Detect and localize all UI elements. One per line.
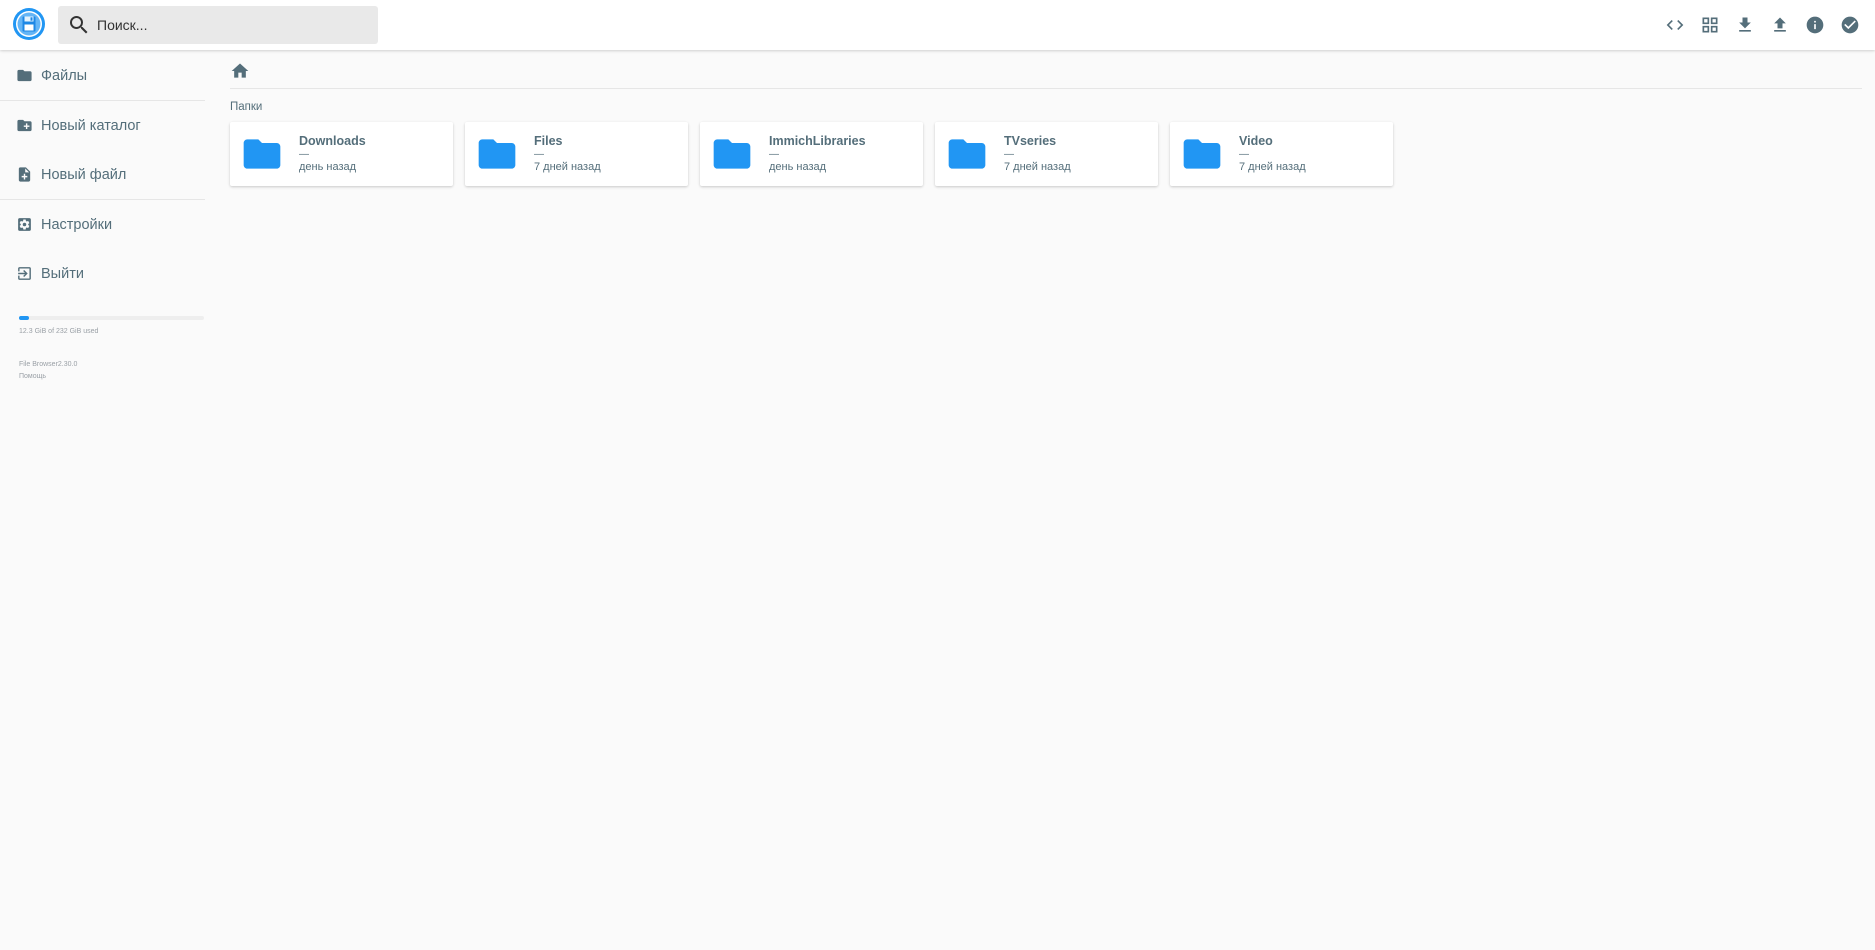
main-content: Папки Downloads — день назад Files — 7 д… <box>230 50 1862 950</box>
sidebar-item-label: Выйти <box>41 265 84 282</box>
folder-name: Video <box>1239 133 1273 148</box>
folder-size: — <box>769 148 779 160</box>
upload-icon <box>1774 17 1786 32</box>
app-logo[interactable] <box>12 7 46 41</box>
usage-text: 12.3 GiB of 232 GiB used <box>19 328 99 335</box>
search-box[interactable] <box>58 6 378 44</box>
folder-icon <box>17 69 32 82</box>
folder-size: — <box>299 148 309 160</box>
search-input[interactable] <box>97 10 357 40</box>
app-name: File Browser <box>19 361 58 368</box>
folder-modified: 7 дней назад <box>1004 160 1071 173</box>
download-button[interactable] <box>1728 8 1762 42</box>
folder-modified: 7 дней назад <box>534 160 601 173</box>
folder-name: ImmichLibraries <box>769 133 866 148</box>
folder-size: — <box>1239 148 1249 160</box>
sidebar-item-new-file[interactable]: Новый файл <box>0 150 205 199</box>
folder-modified: 7 дней назад <box>1239 160 1306 173</box>
create-folder-icon <box>17 119 32 132</box>
usage-progress-bar <box>19 316 204 320</box>
folder-name: Downloads <box>299 133 366 148</box>
list-item[interactable]: ImmichLibraries — день назад <box>700 122 923 186</box>
search-icon <box>70 16 88 34</box>
switch-view-button[interactable] <box>1693 8 1727 42</box>
code-icon <box>1666 20 1684 30</box>
sidebar-item-new-folder[interactable]: Новый каталог <box>0 101 205 150</box>
list-item[interactable]: Video — 7 дней назад <box>1170 122 1393 186</box>
info-icon <box>1806 16 1824 34</box>
list-item[interactable]: Files — 7 дней назад <box>465 122 688 186</box>
sidebar-item-label: Настройки <box>41 216 113 233</box>
sidebar-item-label: Файлы <box>41 67 88 84</box>
folder-icon <box>243 139 281 169</box>
folder-name: TVseries <box>1004 133 1057 148</box>
folder-icon <box>478 139 516 169</box>
credits: File Browser2.30.0 Помощь <box>0 335 205 383</box>
home-icon[interactable] <box>230 61 250 81</box>
download-icon <box>1739 17 1751 32</box>
check-circle-icon <box>1841 16 1859 34</box>
exit-icon <box>18 267 31 280</box>
storage-usage: 12.3 GiB of 232 GiB used <box>0 298 205 335</box>
folder-size: — <box>1004 148 1014 160</box>
sidebar-item-settings[interactable]: Настройки <box>0 200 205 249</box>
select-multiple-button[interactable] <box>1833 8 1867 42</box>
list-item[interactable]: Downloads — день назад <box>230 122 453 186</box>
breadcrumb <box>230 50 1862 89</box>
help-link[interactable]: Помощь <box>19 373 46 380</box>
folder-icon <box>1183 139 1221 169</box>
folder-modified: день назад <box>299 160 357 173</box>
settings-icon <box>18 218 31 231</box>
folder-size: — <box>534 148 544 160</box>
note-add-icon <box>18 167 31 182</box>
sidebar-item-label: Новый каталог <box>41 117 141 134</box>
folder-list: Downloads — день назад Files — 7 дней на… <box>230 122 1862 186</box>
info-button[interactable] <box>1798 8 1832 42</box>
section-title-folders: Папки <box>230 101 263 113</box>
app-version: 2.30.0 <box>57 361 78 368</box>
folder-icon <box>713 139 751 169</box>
grid-view-icon <box>1702 17 1718 33</box>
folder-name: Files <box>534 133 563 148</box>
sidebar-item-logout[interactable]: Выйти <box>0 249 205 298</box>
header <box>0 0 1875 50</box>
toggle-editor-button[interactable] <box>1658 8 1692 42</box>
sidebar: Файлы Новый каталог Новый файл Настройки… <box>0 50 205 950</box>
list-item[interactable]: TVseries — 7 дней назад <box>935 122 1158 186</box>
folder-modified: день назад <box>769 160 827 173</box>
upload-button[interactable] <box>1763 8 1797 42</box>
toolbar <box>1657 8 1867 42</box>
sidebar-item-label: Новый файл <box>41 166 127 183</box>
folder-icon <box>948 139 986 169</box>
sidebar-item-files[interactable]: Файлы <box>0 51 205 100</box>
floppy-logo-icon <box>13 8 45 40</box>
usage-progress-fill <box>19 316 29 320</box>
